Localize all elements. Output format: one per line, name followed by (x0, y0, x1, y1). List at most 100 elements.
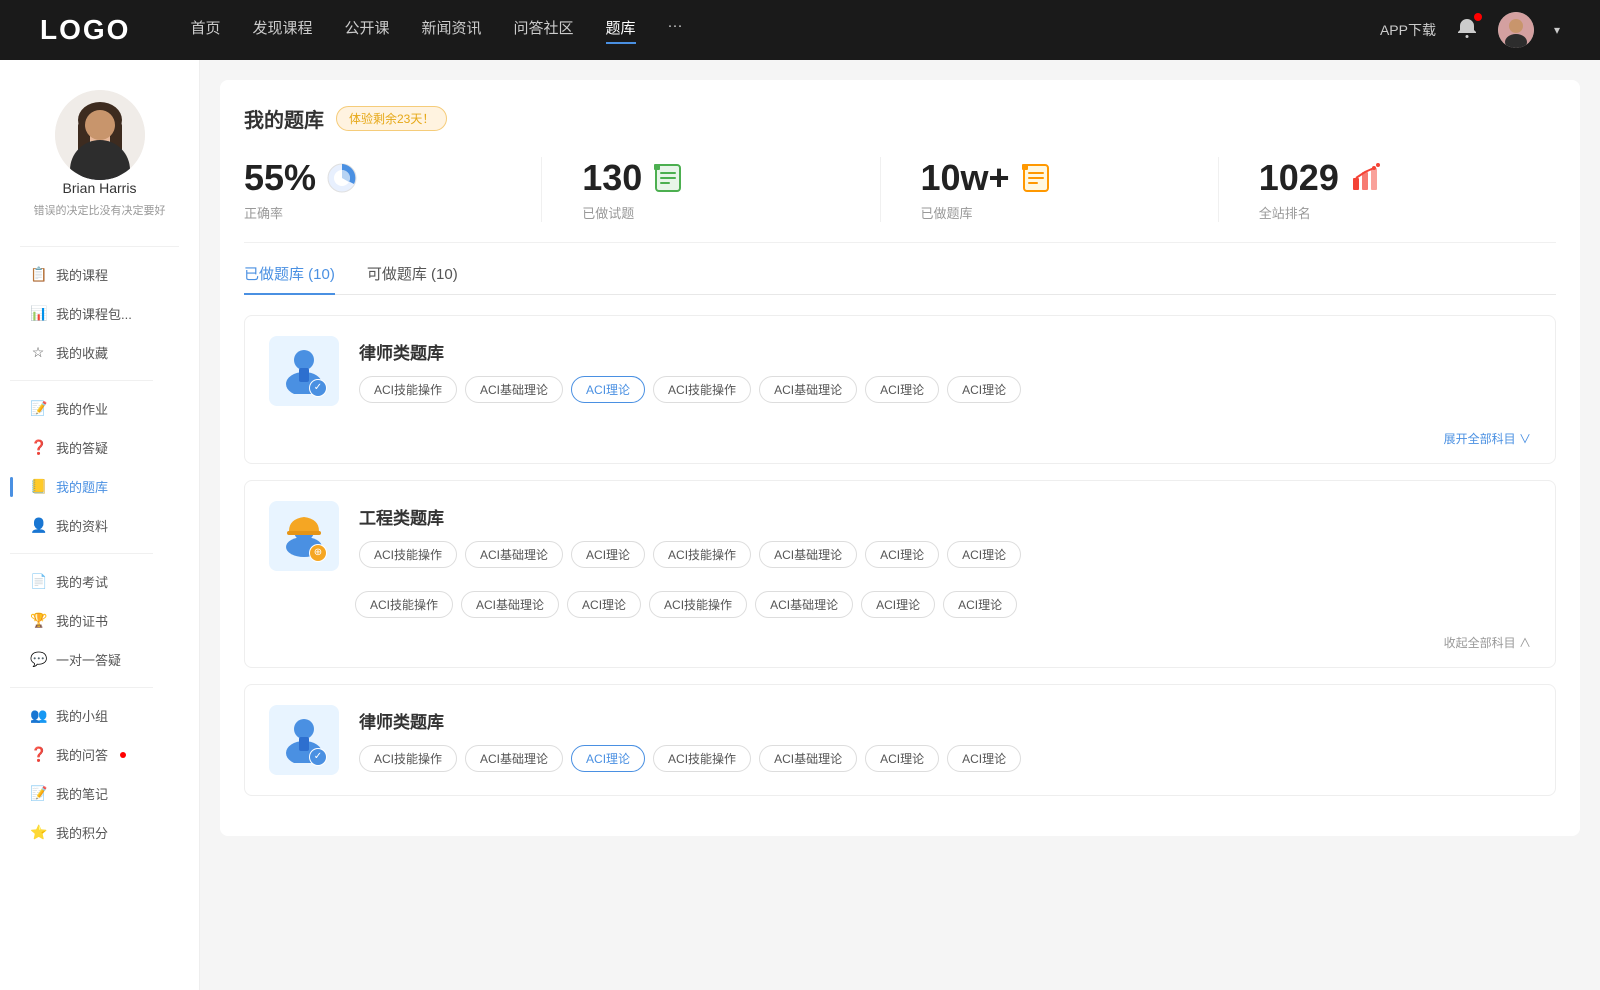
tag-0-1[interactable]: ACI基础理论 (465, 376, 563, 403)
sidebar-item-course-package[interactable]: 📊 我的课程包... (10, 294, 189, 333)
sidebar-item-label: 我的笔记 (56, 784, 108, 803)
nav-qa[interactable]: 问答社区 (514, 17, 574, 44)
tag-1-r2-3[interactable]: ACI技能操作 (649, 591, 747, 618)
stat-done-banks: 10w+ 已做题库 (921, 157, 1219, 222)
tag-1-3[interactable]: ACI技能操作 (653, 541, 751, 568)
doc-orange-icon (1020, 162, 1052, 194)
group-icon: 👥 (30, 707, 46, 724)
favorites-icon: ☆ (30, 344, 46, 361)
chart-red-icon (1349, 162, 1381, 194)
tag-0-3[interactable]: ACI技能操作 (653, 376, 751, 403)
tag-2-0[interactable]: ACI技能操作 (359, 745, 457, 772)
bank-card-3: ✓ 律师类题库 ACI技能操作 ACI基础理论 ACI理论 ACI技能操作 AC… (244, 684, 1556, 796)
done-banks-label: 已做题库 (921, 203, 973, 222)
sidebar-item-my-qa[interactable]: ❓ 我的问答 (10, 735, 189, 774)
collapse-button-2[interactable]: 收起全部科目 ∧ (1444, 634, 1531, 651)
sidebar-item-one-on-one[interactable]: 💬 一对一答疑 (10, 640, 189, 679)
tag-2-4[interactable]: ACI基础理论 (759, 745, 857, 772)
nav-open-course[interactable]: 公开课 (344, 17, 389, 44)
user-dropdown-arrow[interactable]: ▾ (1554, 23, 1560, 37)
nav-home[interactable]: 首页 (190, 17, 220, 44)
avatar[interactable] (1498, 12, 1534, 48)
tag-0-0[interactable]: ACI技能操作 (359, 376, 457, 403)
done-questions-value: 130 (582, 157, 642, 199)
sidebar-item-label: 我的考试 (56, 572, 108, 591)
tag-1-5[interactable]: ACI理论 (865, 541, 939, 568)
bank-card-2-tags-row2: ACI技能操作 ACI基础理论 ACI理论 ACI技能操作 ACI基础理论 AC… (245, 591, 1555, 630)
tag-1-0[interactable]: ACI技能操作 (359, 541, 457, 568)
page-layout: Brian Harris 错误的决定比没有决定要好 📋 我的课程 📊 我的课程包… (0, 60, 1600, 990)
nav-more[interactable]: ··· (668, 17, 683, 44)
divider-2 (10, 380, 153, 381)
tag-2-6[interactable]: ACI理论 (947, 745, 1021, 772)
notification-bell[interactable] (1456, 17, 1478, 44)
bank-card-1: ✓ 律师类题库 ACI技能操作 ACI基础理论 ACI理论 ACI技能操作 AC… (244, 315, 1556, 464)
done-questions-label: 已做试题 (582, 203, 634, 222)
tag-1-r2-6[interactable]: ACI理论 (943, 591, 1017, 618)
sidebar-item-qa[interactable]: ❓ 我的答疑 (10, 428, 189, 467)
sidebar-menu: 📋 我的课程 📊 我的课程包... ☆ 我的收藏 📝 我的作业 ❓ 我的答疑 � (0, 255, 199, 852)
tag-1-r2-4[interactable]: ACI基础理论 (755, 591, 853, 618)
avatar-svg (55, 90, 145, 180)
nav-menu: 首页 发现课程 公开课 新闻资讯 问答社区 题库 ··· (190, 17, 1340, 44)
main-card: 我的题库 体验剩余23天！ 55% 正确率 (220, 80, 1580, 836)
lawyer-bank-icon-2: ✓ (269, 705, 339, 775)
tag-2-1[interactable]: ACI基础理论 (465, 745, 563, 772)
bank-card-2-tags: ACI技能操作 ACI基础理论 ACI理论 ACI技能操作 ACI基础理论 AC… (359, 541, 1531, 568)
stat-done-questions: 130 已做试题 (582, 157, 880, 222)
sidebar-item-bank[interactable]: 📒 我的题库 (10, 467, 189, 506)
bank-card-1-header: ✓ 律师类题库 ACI技能操作 ACI基础理论 ACI理论 ACI技能操作 AC… (245, 316, 1555, 426)
tag-1-r2-1[interactable]: ACI基础理论 (461, 591, 559, 618)
bank-card-2-header: ⊕ 工程类题库 ACI技能操作 ACI基础理论 ACI理论 ACI技能操作 AC… (245, 481, 1555, 591)
sidebar-item-my-course[interactable]: 📋 我的课程 (10, 255, 189, 294)
sidebar-item-profile[interactable]: 👤 我的资料 (10, 506, 189, 545)
nav-discover[interactable]: 发现课程 (252, 17, 312, 44)
my-course-icon: 📋 (30, 266, 46, 283)
doc-green-icon (652, 162, 684, 194)
tag-1-2[interactable]: ACI理论 (571, 541, 645, 568)
sidebar-item-favorites[interactable]: ☆ 我的收藏 (10, 333, 189, 372)
nav-news[interactable]: 新闻资讯 (422, 17, 482, 44)
stat-rank: 1029 全站排名 (1259, 157, 1556, 222)
tag-2-5[interactable]: ACI理论 (865, 745, 939, 772)
tag-2-3[interactable]: ACI技能操作 (653, 745, 751, 772)
sidebar-item-homework[interactable]: 📝 我的作业 (10, 389, 189, 428)
tag-0-6[interactable]: ACI理论 (947, 376, 1021, 403)
one-on-one-icon: 💬 (30, 651, 46, 668)
profile-icon: 👤 (30, 517, 46, 534)
divider-1 (20, 246, 179, 247)
sidebar-item-exam[interactable]: 📄 我的考试 (10, 562, 189, 601)
tag-0-2[interactable]: ACI理论 (571, 376, 645, 403)
tag-1-4[interactable]: ACI基础理论 (759, 541, 857, 568)
check-badge-inner: ✓ (310, 380, 326, 396)
tab-done-banks[interactable]: 已做题库 (10) (244, 263, 335, 294)
sidebar-item-certificate[interactable]: 🏆 我的证书 (10, 601, 189, 640)
rank-label: 全站排名 (1259, 203, 1311, 222)
divider-4 (10, 687, 153, 688)
tag-1-6[interactable]: ACI理论 (947, 541, 1021, 568)
tag-2-2[interactable]: ACI理论 (571, 745, 645, 772)
sidebar-avatar (55, 90, 145, 180)
nav-bank[interactable]: 题库 (606, 17, 636, 44)
logo[interactable]: LOGO (40, 14, 130, 46)
tag-1-r2-5[interactable]: ACI理论 (861, 591, 935, 618)
sidebar-item-points[interactable]: ⭐ 我的积分 (10, 813, 189, 852)
stat-value-row-2: 130 (582, 157, 684, 199)
tag-0-5[interactable]: ACI理论 (865, 376, 939, 403)
sidebar-item-notes[interactable]: 📝 我的笔记 (10, 774, 189, 813)
expand-button-1[interactable]: 展开全部科目 ∨ (1444, 430, 1531, 447)
bank-card-3-tags: ACI技能操作 ACI基础理论 ACI理论 ACI技能操作 ACI基础理论 AC… (359, 745, 1531, 772)
tab-available-banks[interactable]: 可做题库 (10) (367, 263, 458, 294)
app-download-button[interactable]: APP下载 (1380, 20, 1436, 40)
engineer-bank-icon: ⊕ (269, 501, 339, 571)
tag-1-r2-0[interactable]: ACI技能操作 (355, 591, 453, 618)
bank-card-1-title: 律师类题库 (359, 339, 1531, 364)
helmet-icon-wrap: ⊕ (279, 509, 329, 564)
tag-0-4[interactable]: ACI基础理论 (759, 376, 857, 403)
sidebar-item-group[interactable]: 👥 我的小组 (10, 696, 189, 735)
rank-value: 1029 (1259, 157, 1339, 199)
tag-1-r2-2[interactable]: ACI理论 (567, 591, 641, 618)
tag-1-1[interactable]: ACI基础理论 (465, 541, 563, 568)
bank-card-1-tags: ACI技能操作 ACI基础理论 ACI理论 ACI技能操作 ACI基础理论 AC… (359, 376, 1531, 403)
stat-value-row: 55% (244, 157, 358, 199)
